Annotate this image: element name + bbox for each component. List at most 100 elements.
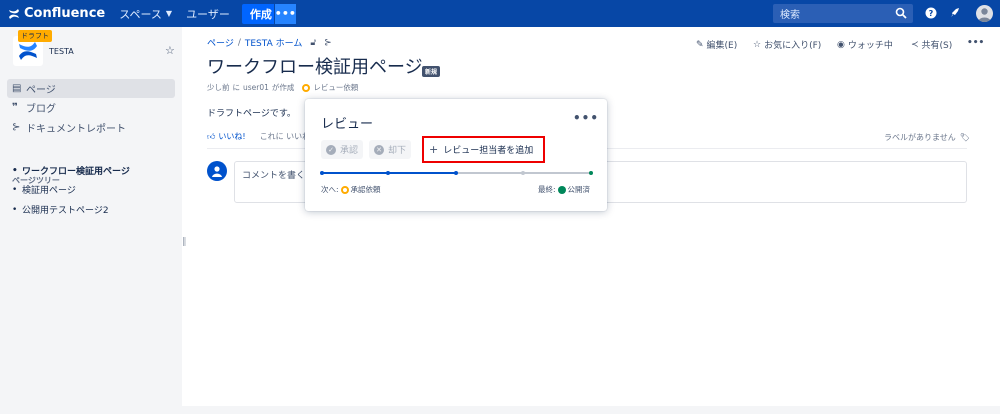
reject-button[interactable]: ✕ 却下 (369, 140, 412, 159)
share-label: 共有(S) (921, 41, 953, 51)
add-reviewer-button[interactable]: + レビュー担当者を追加 (422, 136, 545, 163)
spaces-label: スペース (119, 7, 162, 21)
search-input[interactable]: 検索 (773, 4, 913, 23)
bullet: • (12, 204, 18, 215)
popup-title: レビュー (321, 117, 374, 132)
progress-step (386, 171, 390, 175)
thumbs-up-icon[interactable]: 👍︎ (207, 132, 215, 142)
create-label: 作成 (249, 7, 272, 21)
page-icon: ▤ (12, 83, 22, 94)
no-labels-text: ラベルがありません (884, 133, 956, 142)
user-avatar[interactable] (976, 5, 993, 22)
tree-item-public-test-page[interactable]: • 公開用テストページ2 (12, 203, 109, 217)
progress-step (521, 171, 525, 175)
edit-button[interactable]: ✎ 編集(E) (696, 38, 737, 52)
check-icon: ✓ (326, 144, 336, 155)
final-step: 最終: 公開済 (538, 184, 590, 195)
search-icon (895, 7, 907, 19)
tree-item-verification-page[interactable]: • 検証用ページ (12, 183, 76, 197)
notifications-icon[interactable] (948, 6, 962, 20)
tree-item-label: ワークフロー検証用ページ (22, 167, 130, 177)
breadcrumb-pages[interactable]: ページ (207, 36, 234, 49)
create-more-button[interactable]: ••• (273, 3, 296, 24)
confluence-space-icon (19, 42, 37, 60)
commenter-avatar (207, 161, 227, 181)
progress-step (589, 171, 593, 175)
page-body-text: ドラフトページです。 (207, 109, 296, 119)
meta-user[interactable]: user01 (243, 83, 269, 92)
search-placeholder: 検索 (780, 10, 800, 21)
svg-text:?: ? (929, 9, 934, 18)
page-title: ワークフロー検証用ページ (207, 57, 423, 78)
share-button[interactable]: ≺ 共有(S) (911, 38, 953, 52)
tree-icon[interactable]: ⊱ (324, 38, 332, 48)
users-label: ユーザー (186, 7, 230, 21)
confluence-icon (9, 8, 19, 19)
meta-created: が作成 (271, 83, 295, 92)
page-metadata: 少し前 に user01 が作成 レビュー依頼 (207, 82, 358, 93)
bullet: • (12, 184, 18, 195)
final-label: 最終: (538, 185, 556, 194)
tree-icon: ⊱ (12, 122, 21, 133)
more-actions-button[interactable]: ••• (967, 38, 984, 48)
pencil-icon: ✎ (696, 39, 704, 50)
eye-icon: ◉ (837, 39, 845, 50)
add-reviewer-label: レビュー担当者を追加 (443, 146, 534, 156)
pending-status-icon (340, 185, 349, 194)
comment-placeholder: コメントを書く... (242, 171, 314, 181)
published-status-icon (557, 185, 566, 194)
popup-more-button[interactable]: ••• (573, 111, 599, 125)
watch-label: ウォッチ中 (847, 41, 893, 51)
plus-icon: + (429, 143, 439, 156)
sidebar-item-blog[interactable]: ❞ ブログ (7, 98, 175, 117)
spaces-menu[interactable]: スペース ▼ (119, 6, 172, 22)
meta-time: 少し前 (207, 83, 230, 92)
footer (182, 406, 1000, 414)
next-label: 次へ: (321, 185, 339, 194)
lock-icon[interactable]: 🔓︎ (310, 38, 316, 48)
x-icon: ✕ (374, 144, 384, 155)
status-ring-icon (302, 83, 311, 92)
product-name: Confluence (24, 6, 106, 21)
workflow-progress-track (320, 171, 593, 175)
progress-step (454, 171, 458, 175)
approve-label: 承認 (340, 146, 359, 156)
new-badge: 新規 (422, 66, 441, 77)
users-menu[interactable]: ユーザー (186, 6, 230, 22)
sidebar-item-label: ドキュメントレポート (26, 124, 126, 135)
help-icon[interactable]: ? (924, 6, 938, 20)
sidebar-resize-handle[interactable]: ‖ (182, 237, 187, 247)
approve-button[interactable]: ✓ 承認 (321, 140, 364, 159)
chevron-down-icon: ▼ (165, 9, 173, 18)
share-icon: ≺ (911, 39, 919, 50)
like-first-text: これに いいね (259, 132, 311, 141)
tree-item-label: 公開用テストページ2 (22, 206, 109, 216)
sidebar-item-label: ページ (26, 85, 56, 96)
breadcrumb: ページ / TESTA ホーム 🔓︎ ⊱ (207, 36, 332, 50)
space-name[interactable]: TESTA (49, 47, 74, 56)
confluence-logo[interactable]: Confluence (8, 6, 105, 21)
create-button[interactable]: 作成 ••• (241, 3, 296, 24)
star-icon: ☆ (753, 39, 762, 50)
sidebar-item-document-report[interactable]: ⊱ ドキュメントレポート (7, 118, 175, 137)
breadcrumb-separator: / (237, 37, 241, 48)
bullet: • (12, 165, 18, 176)
like-button[interactable]: いいね! (218, 131, 245, 142)
next-status: 承認依頼 (350, 185, 381, 194)
meta-status[interactable]: レビュー依頼 (313, 82, 358, 93)
sidebar-item-label: ブログ (26, 104, 56, 115)
review-popup: レビュー ••• ✓ 承認 ✕ 却下 + レビュー担当者を追加 次へ: 承認依頼… (305, 99, 607, 211)
meta-in: に (232, 83, 241, 92)
favorite-button[interactable]: ☆ お気に入り(F) (753, 38, 822, 52)
sidebar-item-pages[interactable]: ▤ ページ (7, 79, 175, 98)
breadcrumb-home[interactable]: TESTA ホーム (245, 36, 302, 49)
star-icon[interactable]: ☆ (165, 44, 175, 57)
tree-item-workflow-page[interactable]: • ワークフロー検証用ページ (12, 164, 130, 178)
reject-label: 却下 (388, 146, 407, 156)
favorite-label: お気に入り(F) (764, 41, 822, 51)
tag-icon: 🏷︎ (959, 133, 970, 142)
labels-area[interactable]: ラベルがありません 🏷︎ (884, 132, 970, 143)
tree-item-label: 検証用ページ (22, 186, 76, 196)
watch-button[interactable]: ◉ ウォッチ中 (837, 38, 893, 52)
final-status: 公開済 (567, 185, 591, 194)
